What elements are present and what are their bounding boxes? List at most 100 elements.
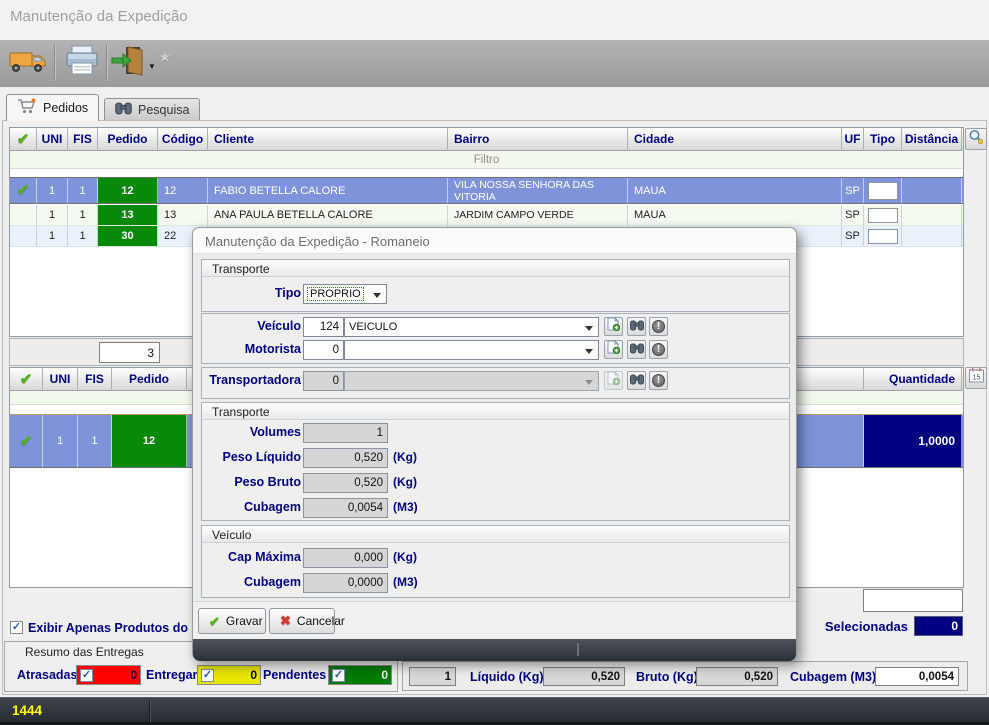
cubagem-unit: (M3) — [393, 500, 418, 514]
magnifier-icon — [968, 129, 984, 150]
atrasadas-checkbox[interactable]: ✓ — [80, 669, 93, 682]
cubagem-field: 0,0054 — [875, 667, 959, 686]
check-mark: ✓ — [12, 622, 21, 633]
dialog-bottom-strip — [193, 639, 796, 661]
printer-icon — [63, 44, 101, 83]
cart-icon — [17, 98, 37, 118]
header-pedido[interactable]: Pedido — [112, 368, 187, 391]
cell-check: ✔ — [10, 178, 37, 203]
tipo-checkbox[interactable] — [868, 229, 898, 244]
veiculo-code-input[interactable]: 124 — [303, 317, 344, 337]
peso-bruto-unit: (Kg) — [393, 475, 417, 489]
main-toolbar: ▼ ★ — [0, 40, 989, 87]
cell-cidade: MAUA — [628, 178, 842, 203]
orders-filter-row[interactable]: Filtro — [10, 151, 963, 169]
cubagem-label: Cubagem (M3) — [790, 670, 876, 684]
cell-uni: 1 — [43, 415, 78, 467]
print-button[interactable] — [60, 43, 104, 84]
filter-label: Filtro — [474, 154, 500, 166]
veiculo-search-button[interactable] — [627, 317, 646, 336]
order-row[interactable]: 1 1 13 13 ANA PAULA BETELLA CALORE JARDI… — [10, 205, 963, 226]
zoom-search-button[interactable] — [965, 128, 987, 150]
motorista-new-button[interactable] — [604, 340, 623, 359]
veiculo-info-button[interactable]: ! — [649, 317, 668, 336]
transportadora-search-button[interactable] — [627, 371, 646, 390]
expedition-truck-button[interactable] — [6, 43, 50, 84]
cell-pedido: 30 — [98, 226, 158, 246]
dialog-title: Manutenção da Expedição - Romaneio — [205, 234, 430, 249]
peso-bruto-field: 0,520 — [303, 473, 388, 493]
group-title: Transporte — [202, 260, 789, 277]
exit-dropdown-caret-icon[interactable]: ▼ — [148, 62, 156, 71]
statusbar-divider — [149, 700, 151, 722]
tab-pesquisa[interactable]: Pesquisa — [104, 98, 200, 121]
header-bairro[interactable]: Bairro — [448, 128, 628, 151]
header-uf[interactable]: UF — [842, 128, 864, 151]
save-button[interactable]: ✔ Gravar — [198, 608, 266, 634]
order-row-selected[interactable]: ✔ 1 1 12 12 FABIO BETELLA CALORE VILA NO… — [10, 177, 963, 204]
orders-grid-header-row: ✔ UNI FIS Pedido Código Cliente Bairro C… — [10, 128, 963, 151]
header-uni[interactable]: UNI — [43, 368, 78, 391]
header-distancia[interactable]: Distância — [902, 128, 962, 151]
header-pedido[interactable]: Pedido — [98, 128, 158, 151]
cell-codigo: 13 — [158, 205, 208, 225]
romaneio-dialog: Manutenção da Expedição - Romaneio Trans… — [192, 227, 797, 660]
cell-uni: 1 — [37, 226, 68, 246]
check-icon: ✔ — [20, 434, 33, 449]
record-number: 1444 — [12, 703, 42, 718]
tipo-checkbox[interactable] — [868, 182, 898, 200]
tab-pesquisa-label: Pesquisa — [138, 103, 189, 117]
motorista-search-button[interactable] — [627, 340, 646, 359]
header-fis[interactable]: FIS — [68, 128, 98, 151]
header-codigo[interactable]: Código — [158, 128, 208, 151]
grip-notch — [577, 643, 579, 656]
header-cidade[interactable]: Cidade — [628, 128, 842, 151]
cell-fis: 1 — [78, 415, 112, 467]
veiculo-label: Veículo — [193, 319, 301, 333]
header-cliente[interactable]: Cliente — [208, 128, 448, 151]
header-uni[interactable]: UNI — [37, 128, 68, 151]
cell-check — [10, 205, 37, 225]
cell-pedido: 13 — [98, 205, 158, 225]
veiculo-combobox[interactable]: VEICULO — [344, 317, 599, 337]
transportadora-label: Transportadora — [193, 373, 301, 387]
chevron-down-icon — [373, 293, 381, 302]
cell-bairro: JARDIM CAMPO VERDE — [448, 205, 628, 225]
tipo-combobox[interactable]: PROPRIO — [303, 284, 387, 304]
tipo-checkbox[interactable] — [868, 208, 898, 223]
check-icon: ✔ — [20, 372, 33, 387]
header-fis[interactable]: FIS — [78, 368, 112, 391]
entregar-checkbox[interactable]: ✓ — [201, 669, 214, 682]
pendentes-value: 0 — [347, 668, 388, 682]
transportadora-combobox — [344, 371, 599, 391]
toolbar-separator — [106, 45, 108, 81]
tab-pedidos[interactable]: Pedidos — [6, 94, 99, 121]
header-check-cell[interactable]: ✔ — [10, 128, 37, 151]
transportadora-info-button[interactable]: ! — [649, 371, 668, 390]
transportadora-code-input: 0 — [303, 371, 344, 391]
chevron-down-icon — [585, 380, 593, 389]
pendentes-checkbox[interactable]: ✓ — [332, 669, 345, 682]
header-quantidade[interactable]: Quantidade — [864, 368, 962, 391]
group-title: Transporte — [202, 403, 789, 420]
header-tipo[interactable]: Tipo — [864, 128, 902, 151]
favorite-star-icon[interactable]: ★ — [158, 48, 171, 66]
motorista-info-button[interactable]: ! — [649, 340, 668, 359]
motorista-combobox[interactable] — [344, 340, 599, 360]
peso-liquido-field: 0,520 — [303, 448, 388, 468]
veiculo-new-button[interactable] — [604, 317, 623, 336]
spare-field — [863, 589, 963, 612]
exit-button[interactable] — [110, 43, 146, 84]
header-check-cell[interactable]: ✔ — [10, 368, 43, 391]
transportadora-new-button — [604, 371, 623, 390]
toolbar-separator — [54, 45, 56, 81]
cancel-button[interactable]: ✖ Cancelar — [269, 608, 335, 634]
cell-pedido: 12 — [112, 415, 187, 467]
veiculo-cubagem-label: Cubagem — [193, 575, 301, 589]
exibir-checkbox[interactable]: ✓ — [10, 621, 23, 634]
motorista-code-input[interactable]: 0 — [303, 340, 344, 360]
info-icon: ! — [652, 374, 665, 387]
selecionadas-value-field: 0 — [914, 616, 963, 636]
calendar-button[interactable]: 15 — [965, 367, 987, 389]
tab-pedidos-label: Pedidos — [43, 101, 88, 115]
